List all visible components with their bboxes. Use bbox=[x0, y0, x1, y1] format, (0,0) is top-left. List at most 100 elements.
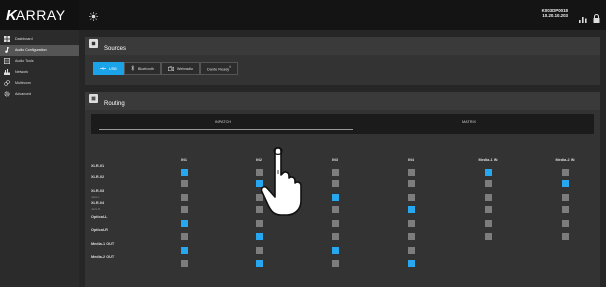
routing-cell-toggle[interactable] bbox=[331, 247, 339, 254]
routing-header: Routing bbox=[85, 92, 600, 110]
sidebar-item-multiroom[interactable]: Multiroom bbox=[0, 78, 79, 89]
sun-icon[interactable] bbox=[89, 8, 98, 26]
routing-cell-toggle[interactable] bbox=[331, 260, 339, 267]
routing-cell-toggle[interactable] bbox=[331, 233, 339, 240]
row-label: Media-1 OUT bbox=[91, 242, 115, 246]
routing-cell-toggle[interactable] bbox=[180, 194, 188, 201]
usb-icon bbox=[100, 66, 109, 72]
routing-cell-toggle[interactable] bbox=[407, 260, 415, 267]
sidebar-item-audio-tools[interactable]: Audio Tools bbox=[0, 56, 79, 67]
routing-cell-toggle[interactable] bbox=[255, 233, 263, 240]
routing-cell-toggle[interactable] bbox=[407, 180, 415, 187]
routing-cell-toggle[interactable] bbox=[484, 194, 492, 201]
sidebar-item-label: Advanced bbox=[15, 92, 31, 97]
tab-webradio[interactable]: Webradio bbox=[160, 62, 201, 75]
routing-cell-toggle[interactable] bbox=[484, 206, 492, 213]
sidebar-item-label: Dashboard bbox=[15, 37, 33, 42]
routing-cell-toggle[interactable] bbox=[407, 220, 415, 227]
routing-cell-toggle[interactable] bbox=[180, 233, 188, 240]
row-label: XLR-04 bbox=[91, 201, 105, 205]
routing-cell-toggle[interactable] bbox=[484, 169, 492, 176]
logo-k: K bbox=[6, 6, 17, 24]
routing-cell-toggle[interactable] bbox=[255, 260, 263, 267]
sidebar-item-label: Audio Configuration bbox=[15, 48, 47, 53]
routing-section-icon bbox=[89, 93, 98, 103]
device-ip: 10.20.10.203 bbox=[542, 13, 568, 18]
topbar-icons bbox=[579, 10, 600, 28]
tab-dante-label: Dante Ready® bbox=[207, 65, 232, 72]
routing-cell-toggle[interactable] bbox=[561, 220, 569, 227]
trademark-symbol: ® bbox=[229, 65, 232, 69]
tab-bluetooth-label: Bluetooth bbox=[137, 66, 154, 71]
sources-title: Sources bbox=[104, 45, 127, 52]
source-tabs: USB Bluetooth Webradio Dante Ready® bbox=[93, 62, 239, 75]
tab-dante-ready[interactable]: Dante Ready® bbox=[200, 62, 239, 75]
tab-usb[interactable]: USB bbox=[93, 62, 124, 75]
app-root: K ARRAY Dashboard Audio Configuration Aud… bbox=[0, 0, 606, 287]
sidebar-nav: Dashboard Audio Configuration Audio Tool… bbox=[0, 30, 79, 100]
routing-cell-toggle[interactable] bbox=[331, 169, 339, 176]
tab-inpatch[interactable]: INPATCH bbox=[215, 120, 231, 124]
routing-cell-toggle[interactable] bbox=[407, 247, 415, 254]
sidebar-item-label: Network bbox=[15, 70, 29, 75]
column-header: IN3 bbox=[332, 158, 338, 162]
bluetooth-icon bbox=[131, 65, 138, 72]
row-sublabel: Jack-R bbox=[91, 207, 101, 211]
row-label: XLR-01 bbox=[91, 164, 105, 168]
logo: K ARRAY bbox=[0, 0, 79, 30]
main-content: Sources USB Bluetooth Webradio Dante Rea… bbox=[79, 30, 606, 287]
routing-title: Routing bbox=[104, 100, 125, 107]
sidebar-item-audio-configuration[interactable]: Audio Configuration bbox=[0, 45, 79, 56]
routing-cell-toggle[interactable] bbox=[407, 206, 415, 213]
routing-cell-toggle[interactable] bbox=[407, 169, 415, 176]
row-label: XLR-02 bbox=[91, 175, 105, 179]
column-header: IN1 bbox=[181, 158, 187, 162]
music-note-icon bbox=[4, 47, 10, 54]
tab-matrix[interactable]: MATRIX bbox=[462, 120, 476, 124]
sidebar-item-dashboard[interactable]: Dashboard bbox=[0, 34, 79, 45]
hand-pointer-icon bbox=[260, 145, 315, 222]
row-sublabel: Jack-L bbox=[91, 195, 100, 199]
routing-cell-toggle[interactable] bbox=[561, 194, 569, 201]
topbar: K003DP0018 10.20.10.203 bbox=[79, 0, 606, 30]
row-label: XLR-03 bbox=[91, 189, 105, 193]
sidebar-item-label: Audio Tools bbox=[15, 59, 34, 64]
dashboard-icon bbox=[4, 36, 10, 43]
routing-cell-toggle[interactable] bbox=[561, 169, 569, 176]
active-tab-underline bbox=[99, 129, 353, 130]
tab-bluetooth[interactable]: Bluetooth bbox=[123, 62, 161, 75]
routing-cell-toggle[interactable] bbox=[331, 180, 339, 187]
routing-cell-toggle[interactable] bbox=[331, 206, 339, 213]
routing-cell-toggle[interactable] bbox=[180, 180, 188, 187]
radio-icon bbox=[167, 65, 177, 72]
sources-header: Sources bbox=[85, 37, 600, 55]
routing-cell-toggle[interactable] bbox=[561, 180, 569, 187]
routing-cell-toggle[interactable] bbox=[407, 233, 415, 240]
routing-cell-toggle[interactable] bbox=[484, 220, 492, 227]
routing-tabs: INPATCH MATRIX bbox=[91, 114, 594, 134]
device-info: K003DP0018 10.20.10.203 bbox=[542, 8, 568, 18]
routing-cell-toggle[interactable] bbox=[484, 180, 492, 187]
routing-cell-toggle[interactable] bbox=[331, 220, 339, 227]
routing-cell-toggle[interactable] bbox=[180, 220, 188, 227]
routing-cell-toggle[interactable] bbox=[561, 233, 569, 240]
lock-icon[interactable] bbox=[593, 10, 600, 28]
routing-matrix: IN1 IN2 IN3 IN4 Media-1 IN Media-2 IN XLR-01 XL… bbox=[91, 140, 594, 287]
routing-cell-toggle[interactable] bbox=[407, 194, 415, 201]
signal-bars-icon[interactable] bbox=[579, 10, 587, 28]
routing-cell-toggle[interactable] bbox=[180, 247, 188, 254]
tools-icon bbox=[4, 58, 10, 65]
routing-cell-toggle[interactable] bbox=[180, 206, 188, 213]
routing-cell-toggle[interactable] bbox=[255, 247, 263, 254]
routing-cell-toggle[interactable] bbox=[180, 260, 188, 267]
column-header: IN4 bbox=[408, 158, 414, 162]
routing-cell-toggle[interactable] bbox=[561, 206, 569, 213]
sidebar-item-network[interactable]: Network bbox=[0, 67, 79, 78]
sources-section-icon bbox=[89, 38, 98, 48]
network-icon bbox=[4, 69, 10, 76]
sidebar-item-label: Multiroom bbox=[15, 81, 31, 86]
routing-cell-toggle[interactable] bbox=[331, 194, 339, 201]
sidebar-item-advanced[interactable]: Advanced bbox=[0, 89, 79, 100]
routing-cell-toggle[interactable] bbox=[180, 169, 188, 176]
routing-cell-toggle[interactable] bbox=[484, 233, 492, 240]
